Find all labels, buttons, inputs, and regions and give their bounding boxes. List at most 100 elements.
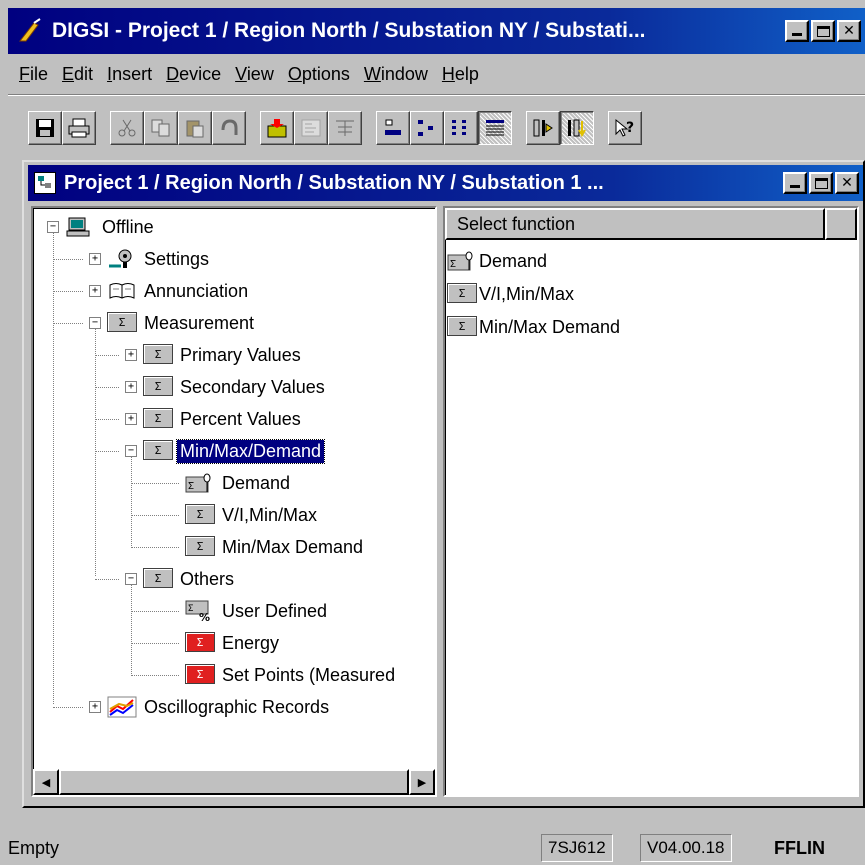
tree-item-secondary-values[interactable]: Σ Secondary Values (143, 372, 328, 402)
set-points-icon: Σ (185, 664, 215, 686)
child-minimize-button[interactable] (783, 172, 807, 194)
window-title: DIGSI - Project 1 / Region North / Subst… (52, 19, 646, 42)
tree-item-label: Min/Max/Demand (175, 438, 326, 464)
menu-file[interactable]: File (12, 64, 55, 85)
measurement-icon: Σ (185, 504, 215, 526)
menu-insert[interactable]: Insert (100, 64, 159, 85)
tree-item-label: Oscillographic Records (144, 696, 330, 717)
tree-item-settings[interactable]: Settings (107, 244, 212, 274)
expand-icon[interactable]: + (89, 253, 101, 265)
minimize-button[interactable] (785, 20, 809, 42)
collapse-icon[interactable]: − (89, 317, 101, 329)
menu-options[interactable]: Options (281, 64, 357, 85)
scroll-right-button[interactable]: ▶ (409, 769, 435, 795)
save-button[interactable] (28, 111, 62, 145)
tree-item-offline[interactable]: Offline (65, 212, 157, 242)
collapse-icon[interactable]: − (125, 445, 137, 457)
menu-device[interactable]: Device (159, 64, 228, 85)
table-icon (334, 118, 356, 138)
tree-item-demand[interactable]: Σ Demand (185, 468, 293, 498)
collapse-icon[interactable]: − (47, 221, 59, 233)
menu-window[interactable]: Window (357, 64, 435, 85)
toolbar: ? (8, 98, 865, 158)
table-button[interactable] (328, 111, 362, 145)
tree-item-set-points-measured[interactable]: Σ Set Points (Measured (185, 660, 398, 690)
list-view-icon (450, 118, 472, 138)
large-icons-view-button[interactable] (376, 111, 410, 145)
cut-icon (116, 118, 138, 138)
toolbar-group: ? (608, 111, 642, 145)
settings-grid-button[interactable] (294, 111, 328, 145)
tree-item-label: Min/Max Demand (222, 536, 364, 557)
expand-icon[interactable]: + (89, 285, 101, 297)
menu-view[interactable]: View (228, 64, 281, 85)
paste-button[interactable] (178, 111, 212, 145)
help-pointer-button[interactable]: ? (608, 111, 642, 145)
status-version: V04.00.18 (640, 834, 732, 862)
tree-item-percent-values[interactable]: Σ Percent Values (143, 404, 304, 434)
scroll-thumb[interactable] (59, 769, 409, 795)
tree-item-others[interactable]: Σ Others (143, 564, 237, 594)
list-item[interactable]: Σ V/I,Min/Max (447, 279, 574, 309)
large-icons-view-icon (382, 118, 404, 138)
tree-item-oscillographic-records[interactable]: Oscillographic Records (107, 692, 332, 722)
expand-icon[interactable]: + (89, 701, 101, 713)
small-icons-view-button[interactable] (410, 111, 444, 145)
tree-item-min-max-demand[interactable]: Σ Min/Max Demand (185, 532, 366, 562)
expand-icon[interactable]: + (125, 349, 137, 361)
arrow-right-icon: ▶ (417, 776, 427, 789)
toolbar-group (376, 111, 512, 145)
minimize-icon (790, 185, 800, 188)
menu-edit[interactable]: Edit (55, 64, 100, 85)
project-window-title: Project 1 / Region North / Substation NY… (64, 171, 604, 194)
menu-help[interactable]: Help (435, 64, 486, 85)
child-maximize-button[interactable] (809, 172, 833, 194)
scroll-left-button[interactable]: ◀ (33, 769, 59, 795)
computer-icon (65, 216, 95, 238)
chart-icon (107, 696, 137, 718)
collapse-icon[interactable]: − (125, 573, 137, 585)
measurement-icon: Σ (447, 283, 477, 305)
expand-icon[interactable]: + (125, 381, 137, 393)
tree-item-energy[interactable]: Σ Energy (185, 628, 282, 658)
tree-item-annunciation[interactable]: Annunciation (107, 276, 251, 306)
tree-item-measurement[interactable]: Σ Measurement (107, 308, 257, 338)
status-mode: FFLIN (774, 837, 825, 858)
expand-icon[interactable]: + (125, 413, 137, 425)
offline-button[interactable] (560, 111, 594, 145)
undo-button[interactable] (212, 111, 246, 145)
list-item[interactable]: Σ Min/Max Demand (447, 312, 620, 342)
demand-icon: Σ (447, 250, 477, 272)
tree-item-v-i-min-max[interactable]: Σ V/I,Min/Max (185, 500, 320, 530)
maximize-button[interactable] (811, 20, 835, 42)
tree-item-min-max-demand[interactable]: Σ Min/Max/Demand (143, 436, 326, 466)
print-button[interactable] (62, 111, 96, 145)
column-header-empty[interactable] (825, 208, 857, 240)
function-list[interactable]: Select function Σ Demand Σ V/I,Min/Max Σ Min/… (443, 206, 859, 797)
svg-text:Σ: Σ (188, 481, 194, 492)
list-item[interactable]: Σ Demand (447, 246, 547, 276)
details-view-button[interactable] (478, 111, 512, 145)
copy-button[interactable] (144, 111, 178, 145)
status-text: Empty (8, 838, 60, 858)
print-icon (68, 118, 90, 138)
measurement-icon: Σ (185, 536, 215, 558)
tree-item-label: Primary Values (180, 344, 301, 365)
tree-view[interactable]: ◀ ▶ − Offline + Settings + Annunciation − Σ Meas… (31, 206, 437, 797)
list-item-label: Min/Max Demand (479, 316, 621, 337)
project-doc-icon (34, 172, 56, 194)
measurement-icon: Σ (143, 440, 173, 462)
child-close-button[interactable]: ✕ (835, 172, 859, 194)
tree-item-user-defined[interactable]: Σ% User Defined (185, 596, 330, 626)
online-button[interactable] (526, 111, 560, 145)
column-header-select-function[interactable]: Select function (445, 208, 825, 240)
settings-grid-icon (300, 118, 322, 138)
close-button[interactable]: ✕ (837, 20, 861, 42)
device-button[interactable] (260, 111, 294, 145)
list-view-button[interactable] (444, 111, 478, 145)
list-item-label: Demand (479, 250, 548, 271)
demand-icon: Σ (185, 472, 215, 494)
tree-horizontal-scrollbar[interactable]: ◀ ▶ (33, 769, 435, 795)
cut-button[interactable] (110, 111, 144, 145)
tree-item-primary-values[interactable]: Σ Primary Values (143, 340, 304, 370)
